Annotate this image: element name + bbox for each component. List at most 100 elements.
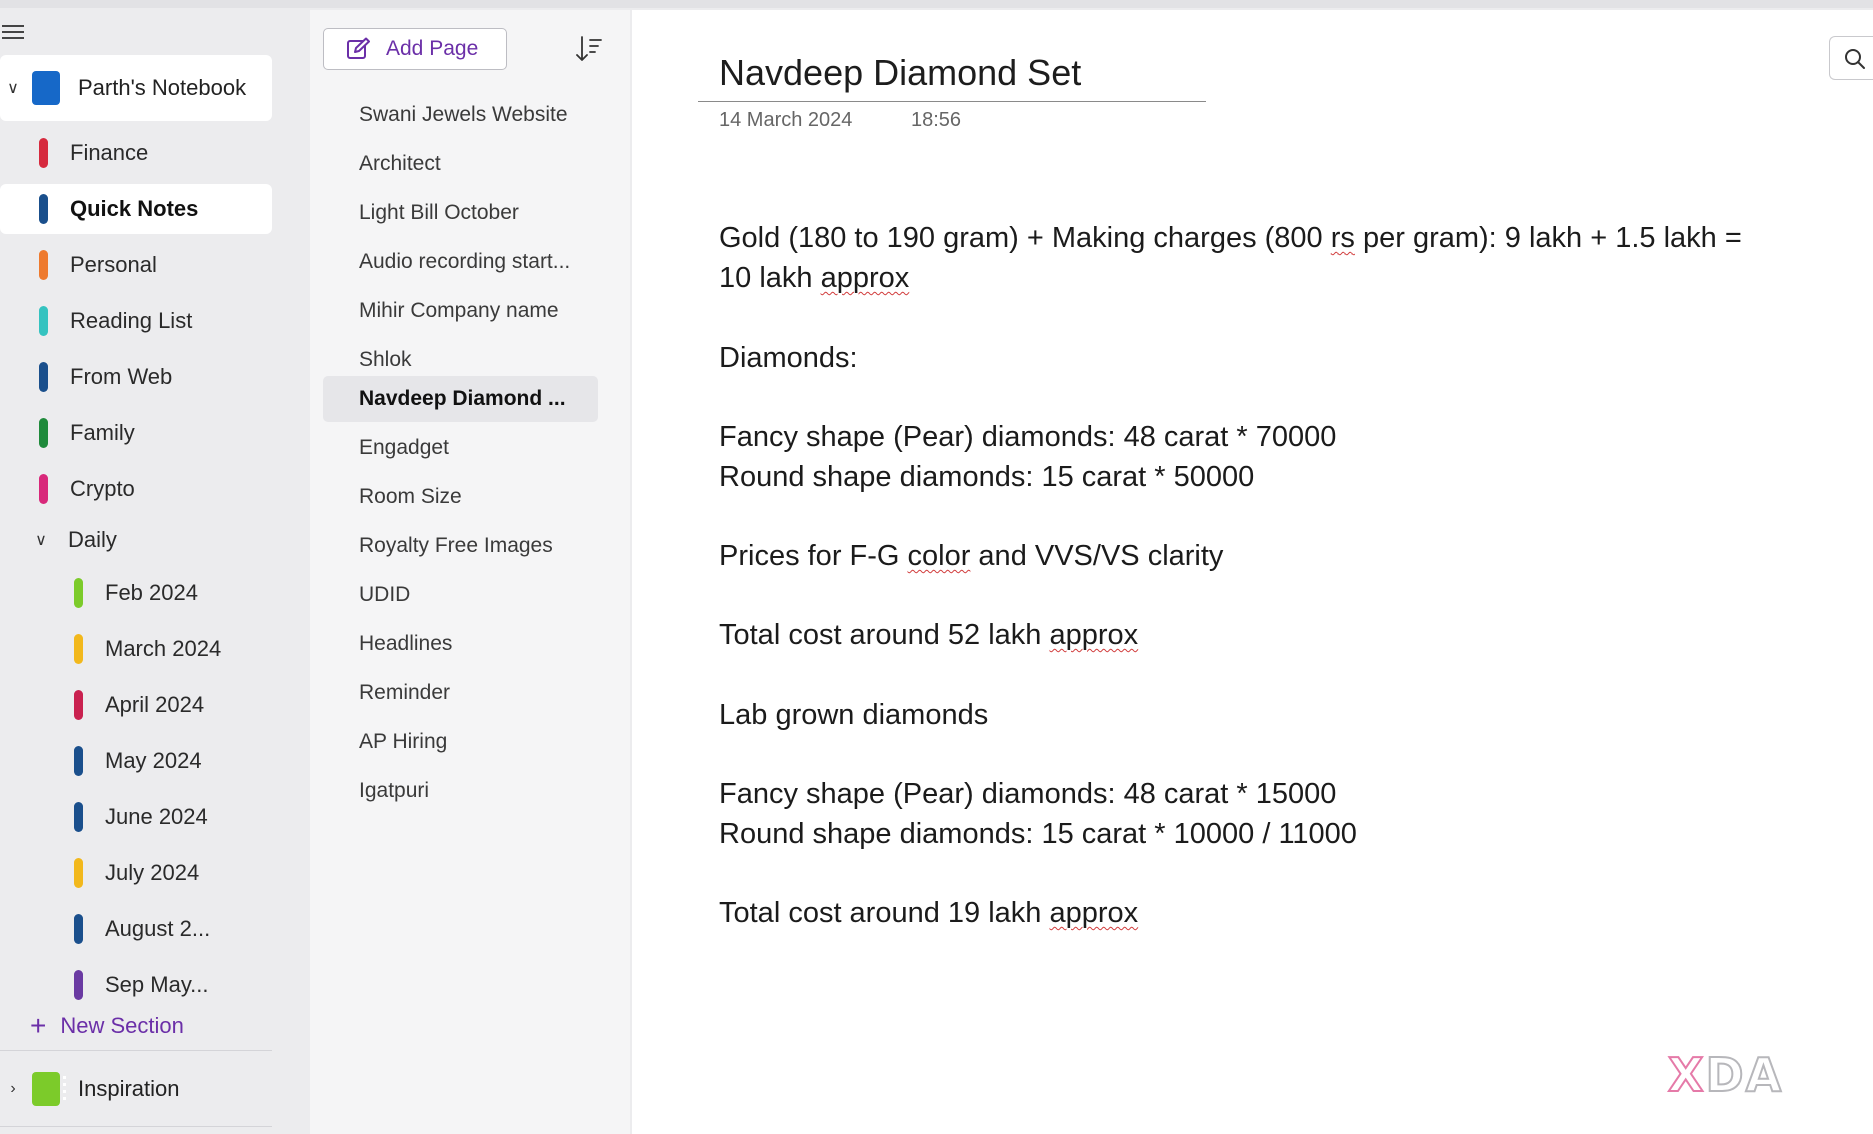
- misspelled-word: rs: [1330, 222, 1355, 254]
- note-line[interactable]: Lab grown diamonds: [719, 695, 988, 735]
- sidebar-divider: [0, 1050, 272, 1051]
- section-march-2024[interactable]: March 2024: [0, 624, 272, 674]
- chevron-down-icon[interactable]: ∨: [2, 78, 24, 98]
- page-title: Headlines: [359, 632, 453, 655]
- text-run: 10 lakh: [719, 262, 821, 294]
- section-june-2024[interactable]: June 2024: [0, 792, 272, 842]
- section-label: Family: [70, 420, 135, 445]
- section-label: May 2024: [105, 748, 202, 773]
- notebook-parths-notebook[interactable]: ∨ Parth's Notebook: [0, 55, 272, 121]
- sidebar-divider: [0, 1126, 272, 1127]
- section-from-web[interactable]: From Web: [0, 352, 272, 402]
- page-item[interactable]: AP Hiring: [323, 719, 598, 765]
- section-label: Crypto: [70, 476, 135, 501]
- section-quick-notes[interactable]: Quick Notes: [0, 184, 272, 234]
- page-item[interactable]: Headlines: [323, 621, 598, 667]
- page-title: Engadget: [359, 436, 449, 459]
- misspelled-word: color: [907, 540, 971, 572]
- note-line[interactable]: Round shape diamonds: 15 carat * 10000 /…: [719, 814, 1357, 854]
- section-label: July 2024: [105, 860, 200, 885]
- page-title: Igatpuri: [359, 779, 430, 802]
- search-button[interactable]: [1829, 36, 1873, 80]
- page-title: Room Size: [359, 485, 462, 508]
- page-title: Light Bill October: [359, 201, 519, 224]
- text-run: Prices for F-G: [719, 540, 908, 572]
- watermark-part: DA: [1704, 1047, 1784, 1103]
- page-title: Navdeep Diamond ...: [359, 387, 566, 410]
- page-title: Royalty Free Images: [359, 534, 553, 557]
- section-personal[interactable]: Personal: [0, 240, 272, 290]
- section-color-tab: [39, 194, 48, 224]
- section-sep-may[interactable]: Sep May...: [0, 960, 272, 1010]
- section-color-tab: [74, 578, 83, 608]
- section-label: Quick Notes: [70, 196, 199, 221]
- new-section-button[interactable]: + New Section: [30, 1012, 184, 1040]
- section-may-2024[interactable]: May 2024: [0, 736, 272, 786]
- add-page-button[interactable]: Add Page: [323, 28, 507, 70]
- page-time: 18:56: [911, 109, 962, 131]
- misspelled-word: approx: [1049, 619, 1139, 651]
- page-item[interactable]: Engadget: [323, 425, 598, 471]
- notebook-inspiration[interactable]: › Inspiration: [0, 1056, 272, 1122]
- page-title-field[interactable]: Navdeep Diamond Set: [719, 52, 1081, 94]
- text-run: and VVS/VS clarity: [970, 540, 1224, 572]
- section-color-tab: [39, 138, 48, 168]
- note-line[interactable]: Diamonds:: [719, 338, 858, 378]
- notebook-icon: [32, 71, 66, 105]
- sort-icon[interactable]: [576, 34, 602, 64]
- note-canvas[interactable]: Navdeep Diamond Set 14 March 2024 18:56 …: [632, 10, 1873, 1134]
- section-finance[interactable]: Finance: [0, 128, 272, 178]
- page-item[interactable]: Igatpuri: [323, 768, 598, 814]
- hamburger-icon[interactable]: [2, 22, 24, 42]
- notebook-name: Inspiration: [78, 1076, 180, 1101]
- chevron-right-icon[interactable]: ›: [2, 1080, 24, 1098]
- page-title: Audio recording start...: [359, 250, 571, 273]
- note-line[interactable]: 10 lakh approx: [719, 258, 909, 298]
- page-item[interactable]: Swani Jewels Website: [323, 92, 598, 138]
- page-item[interactable]: Royalty Free Images: [323, 523, 598, 569]
- note-line[interactable]: Fancy shape (Pear) diamonds: 48 carat * …: [719, 417, 1336, 457]
- page-item[interactable]: Architect: [323, 141, 598, 187]
- page-title: Architect: [359, 152, 441, 175]
- note-line[interactable]: Total cost around 52 lakh approx: [719, 615, 1138, 655]
- note-line[interactable]: Prices for F-G color and VVS/VS clarity: [719, 536, 1223, 576]
- search-icon: [1845, 49, 1865, 69]
- notebook-sidebar: ∨ Parth's Notebook Finance Quick Notes P…: [0, 0, 300, 1134]
- page-item[interactable]: Mihir Company name: [323, 288, 598, 334]
- section-family[interactable]: Family: [0, 408, 272, 458]
- section-april-2024[interactable]: April 2024: [0, 680, 272, 730]
- page-title: Swani Jewels Website: [359, 103, 568, 126]
- section-group-daily[interactable]: ∨ Daily: [0, 517, 272, 563]
- notebook-icon: [32, 1072, 66, 1106]
- section-color-tab: [74, 746, 83, 776]
- section-color-tab: [74, 858, 83, 888]
- page-item-selected[interactable]: Navdeep Diamond ...: [323, 376, 598, 422]
- edit-page-icon: [347, 37, 370, 59]
- section-label: June 2024: [105, 804, 208, 829]
- page-item[interactable]: Reminder: [323, 670, 598, 716]
- section-label: Reading List: [70, 308, 193, 333]
- note-line[interactable]: Fancy shape (Pear) diamonds: 48 carat * …: [719, 774, 1336, 814]
- page-item[interactable]: UDID: [323, 572, 598, 618]
- note-line[interactable]: Total cost around 19 lakh approx: [719, 893, 1138, 933]
- section-color-tab: [39, 474, 48, 504]
- section-crypto[interactable]: Crypto: [0, 464, 272, 514]
- section-august[interactable]: August 2...: [0, 904, 272, 954]
- section-color-tab: [39, 418, 48, 448]
- page-item[interactable]: Room Size: [323, 474, 598, 520]
- page-item[interactable]: Light Bill October: [323, 190, 598, 236]
- note-line[interactable]: Gold (180 to 190 gram) + Making charges …: [719, 218, 1742, 258]
- section-reading-list[interactable]: Reading List: [0, 296, 272, 346]
- section-label: April 2024: [105, 692, 205, 717]
- note-line[interactable]: Round shape diamonds: 15 carat * 50000: [719, 457, 1254, 497]
- page-item[interactable]: Audio recording start...: [323, 239, 598, 285]
- section-feb-2024[interactable]: Feb 2024: [0, 568, 272, 618]
- misspelled-word: approx: [820, 262, 910, 294]
- notebook-name: Parth's Notebook: [78, 75, 247, 100]
- section-july-2024[interactable]: July 2024: [0, 848, 272, 898]
- section-label: August 2...: [105, 916, 211, 941]
- add-page-label: Add Page: [386, 37, 479, 60]
- section-label: Feb 2024: [105, 580, 198, 605]
- chevron-down-icon[interactable]: ∨: [33, 530, 49, 550]
- section-color-tab: [74, 802, 83, 832]
